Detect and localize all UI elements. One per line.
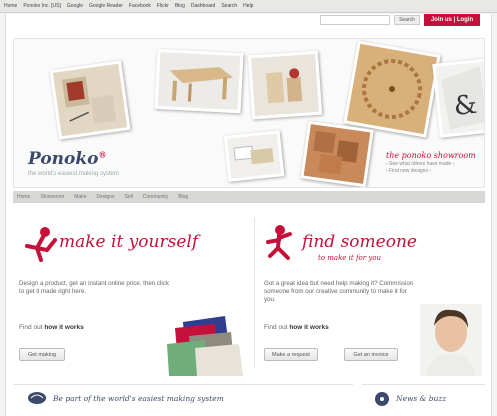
clock-image — [362, 59, 422, 119]
bookmark-item[interactable]: Google — [67, 3, 83, 9]
photo-card-puzzle — [300, 120, 374, 187]
make-link: Find out how it works — [19, 324, 84, 331]
footer-promo-title: Be part of the world's easiest making sy… — [53, 394, 224, 403]
top-bar: Search Join us | Login — [320, 14, 480, 26]
nav-item-blog[interactable]: Blog — [178, 194, 188, 200]
bookmark-item[interactable]: Flickr — [157, 3, 169, 9]
showroom-promo: the ponoko showroom › See what others ha… — [386, 151, 482, 174]
main-nav: Home Showroom Make Designs Sell Communit… — [13, 191, 485, 203]
nav-item-community[interactable]: Community — [143, 194, 168, 200]
photo-card-stools — [247, 50, 323, 120]
tagline: the world's easiest making system — [28, 171, 119, 177]
signin-button[interactable]: Join us | Login — [424, 14, 480, 26]
find-panel: find someone to make it for you Got a gr… — [258, 212, 485, 376]
make-link-prefix: Find out — [19, 324, 43, 331]
svg-text:&: & — [452, 90, 478, 122]
logo-mark: ® — [98, 149, 107, 160]
find-link: Find out how it works — [264, 324, 329, 331]
showroom-title[interactable]: the ponoko showroom — [386, 151, 482, 160]
bookmark-item[interactable]: Search — [221, 3, 237, 9]
fingerprint-icon — [28, 392, 46, 404]
search-input[interactable] — [320, 15, 390, 25]
get-making-button[interactable]: Get making — [19, 348, 65, 361]
nav-item-designs[interactable]: Designs — [96, 194, 114, 200]
nav-item-home[interactable]: Home — [17, 194, 30, 200]
maker-figure-icon — [25, 227, 57, 262]
nav-item-sell[interactable]: Sell — [125, 194, 133, 200]
bookmark-item[interactable]: Facebook — [129, 3, 151, 9]
find-subtitle: to make it for you — [318, 254, 382, 262]
find-link-prefix: Find out — [264, 324, 288, 331]
bookmark-item[interactable]: Ponoko Inc. [US] — [23, 3, 61, 9]
felt-swatches-image — [167, 316, 243, 376]
news-icon — [375, 392, 389, 406]
prints-image — [61, 76, 117, 124]
make-body: Design a product, get an instant online … — [19, 280, 169, 295]
ornament-image: & — [441, 66, 484, 130]
search-button[interactable]: Search — [394, 15, 420, 25]
photo-card-ornament: & — [432, 58, 484, 138]
bookmark-item[interactable]: Blog — [175, 3, 185, 9]
nav-item-showroom[interactable]: Showroom — [40, 194, 64, 200]
table-image — [169, 67, 234, 102]
footer-news-title: News & buzz — [396, 394, 447, 403]
photo-card-tags — [223, 130, 285, 182]
find-body: Got a great idea but need help making it… — [264, 280, 414, 303]
bookmarks-bar: Home Ponoko Inc. [US] Google Google Read… — [0, 0, 497, 13]
showroom-link-find[interactable]: › Find new designs › — [386, 168, 482, 174]
find-title: find someone — [302, 232, 417, 252]
runner-figure-icon — [266, 225, 292, 260]
find-how-it-works-link[interactable]: how it works — [289, 324, 328, 331]
showroom-link-see[interactable]: › See what others have made › — [386, 161, 482, 167]
footer-news: News & buzz — [362, 384, 485, 416]
photo-card-clock — [343, 40, 441, 138]
make-how-it-works-link[interactable]: how it works — [44, 324, 83, 331]
get-invoice-button[interactable]: Get an invoice — [344, 348, 398, 361]
bookmark-item[interactable]: Google Reader — [89, 3, 123, 9]
make-title: make it yourself — [59, 232, 199, 252]
photo-card-table — [154, 48, 244, 114]
bookmark-item[interactable]: Dashboard — [191, 3, 215, 9]
tags-image — [233, 145, 274, 165]
person-photo — [420, 304, 482, 376]
hero-banner: & Ponoko® the world's easiest making sys… — [13, 38, 485, 188]
photo-card-prints — [49, 60, 131, 140]
make-panel: make it yourself Design a product, get a… — [13, 212, 251, 376]
stools-image — [266, 68, 303, 104]
make-request-button[interactable]: Make a request — [264, 348, 318, 361]
logo-text: Ponoko — [28, 149, 99, 169]
bookmark-item[interactable]: Home — [4, 3, 17, 9]
ponoko-logo[interactable]: Ponoko® — [28, 149, 106, 169]
bookmark-item[interactable]: Help — [243, 3, 253, 9]
footer-promo: Be part of the world's easiest making sy… — [13, 384, 353, 416]
puzzle-image — [313, 130, 359, 175]
nav-item-make[interactable]: Make — [74, 194, 86, 200]
panel-divider — [254, 218, 255, 368]
